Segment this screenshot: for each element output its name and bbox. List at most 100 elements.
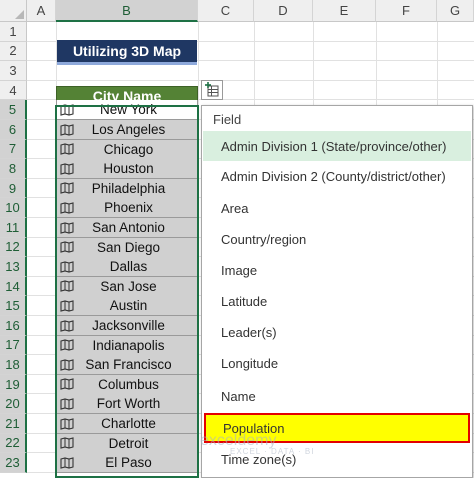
row-header-11[interactable]: 11 [0, 218, 27, 238]
city-name: Austin [109, 298, 148, 314]
row-header-20[interactable]: 20 [0, 394, 27, 414]
city-cell[interactable]: Detroit [56, 433, 198, 454]
row-header-8[interactable]: 8 [0, 159, 27, 179]
field-option-longitude[interactable]: Longitude [203, 348, 471, 378]
city-name: Houston [103, 161, 154, 177]
geography-map-icon [60, 123, 74, 136]
city-name: San Francisco [85, 357, 172, 373]
field-option-label: Country/region [221, 231, 307, 247]
row-header-13[interactable]: 13 [0, 257, 27, 277]
column-header-d[interactable]: D [254, 0, 313, 22]
city-name: San Diego [96, 239, 161, 255]
column-gridline [198, 22, 199, 478]
city-name: Philadelphia [91, 180, 166, 196]
city-cell[interactable]: Jacksonville [56, 316, 198, 336]
field-option-label: Admin Division 2 (County/district/other) [221, 168, 446, 184]
geography-map-icon [60, 300, 74, 312]
geography-map-icon [60, 417, 74, 430]
geography-map-icon [60, 339, 74, 351]
field-option-label: Latitude [221, 293, 268, 309]
city-name: Phoenix [104, 200, 153, 216]
row-header-17[interactable]: 17 [0, 335, 27, 356]
row-header-14[interactable]: 14 [0, 276, 27, 297]
city-cell[interactable]: Columbus [56, 374, 198, 395]
field-option-label: Leader(s) [221, 324, 277, 340]
city-cell[interactable]: Philadelphia [56, 178, 198, 199]
row-header-22[interactable]: 22 [0, 433, 27, 454]
row-header-10[interactable]: 10 [0, 198, 27, 218]
city-cell[interactable]: Charlotte [56, 414, 198, 434]
row-header-1[interactable]: 1 [0, 22, 27, 42]
field-option-country-region[interactable]: Country/region [203, 224, 471, 254]
city-cell[interactable]: Phoenix [56, 198, 198, 219]
field-option-label: Image [221, 262, 258, 278]
row-header-2[interactable]: 2 [0, 41, 27, 62]
city-name: Dallas [109, 259, 148, 275]
city-cell[interactable]: Fort Worth [56, 394, 198, 415]
city-cell[interactable]: New York [56, 100, 198, 121]
column-header-a[interactable]: A [27, 0, 56, 22]
city-name: Jacksonville [92, 318, 165, 333]
city-cell[interactable]: Houston [56, 159, 198, 180]
column-header-g[interactable]: G [437, 0, 474, 22]
city-cell[interactable]: Austin [56, 296, 198, 317]
row-header-16[interactable]: 16 [0, 316, 27, 336]
city-name: New York [99, 102, 158, 118]
row-header-3[interactable]: 3 [0, 61, 27, 81]
city-name: San Jose [100, 278, 157, 294]
city-cell[interactable]: San Diego [56, 237, 198, 258]
row-header-12[interactable]: 12 [0, 237, 27, 258]
city-cell[interactable]: Dallas [56, 257, 198, 278]
city-cell[interactable]: San Francisco [56, 355, 198, 376]
city-cell[interactable]: El Paso [56, 453, 198, 474]
row-header-7[interactable]: 7 [0, 139, 27, 160]
field-panel-title: Field [213, 112, 242, 127]
city-cell[interactable]: Chicago [56, 139, 198, 160]
column-header-f[interactable]: F [376, 0, 437, 22]
geography-map-icon [60, 202, 74, 214]
field-option-admin-division-1-state-province-other[interactable]: Admin Division 1 (State/province/other) [203, 131, 471, 161]
field-option-name[interactable]: Name [203, 381, 471, 411]
insert-data-icon [205, 82, 219, 97]
field-option-latitude[interactable]: Latitude [203, 286, 471, 316]
field-option-label: Time zone(s) [221, 451, 297, 467]
row-header-21[interactable]: 21 [0, 414, 27, 434]
row-header-4[interactable]: 4 [0, 80, 27, 101]
geography-map-icon [60, 456, 74, 469]
field-option-time-zone-s[interactable]: Time zone(s) [203, 444, 471, 474]
row-header-15[interactable]: 15 [0, 296, 27, 316]
row-header-18[interactable]: 18 [0, 355, 27, 375]
field-option-population[interactable]: Population [204, 413, 470, 443]
row-header-9[interactable]: 9 [0, 178, 27, 199]
geography-map-icon [60, 260, 74, 273]
row-header-6[interactable]: 6 [0, 120, 27, 140]
field-option-leader-s[interactable]: Leader(s) [203, 317, 471, 347]
field-option-image[interactable]: Image [203, 255, 471, 285]
row-header-19[interactable]: 19 [0, 374, 27, 395]
column-header-e[interactable]: E [313, 0, 376, 22]
insert-data-button[interactable] [201, 80, 223, 100]
geography-map-icon [60, 398, 74, 410]
field-option-admin-division-2-county-district-other[interactable]: Admin Division 2 (County/district/other) [203, 161, 471, 191]
geography-map-icon [60, 280, 74, 293]
field-option-label: Area [221, 200, 249, 216]
sheet-title-cell[interactable]: Utilizing 3D Map [57, 40, 197, 65]
city-name: Los Angeles [91, 122, 166, 137]
city-cell[interactable]: San Jose [56, 276, 198, 297]
city-cell[interactable]: Indianapolis [56, 335, 198, 356]
select-all-corner[interactable] [0, 0, 27, 22]
field-option-label: Population [223, 420, 285, 436]
geography-map-icon [60, 358, 74, 371]
city-cell[interactable]: San Antonio [56, 218, 198, 238]
city-name: Chicago [103, 141, 154, 157]
column-header-c[interactable]: C [198, 0, 254, 22]
field-option-area[interactable]: Area [203, 193, 471, 223]
column-header-b[interactable]: B [56, 0, 198, 22]
city-name: San Antonio [92, 220, 165, 235]
field-option-label: Longitude [221, 355, 279, 371]
row-header-23[interactable]: 23 [0, 453, 27, 473]
row-header-5[interactable]: 5 [0, 100, 27, 120]
city-cell[interactable]: Los Angeles [56, 120, 198, 140]
field-option-label: Name [221, 388, 256, 404]
city-name: Fort Worth [96, 396, 161, 412]
